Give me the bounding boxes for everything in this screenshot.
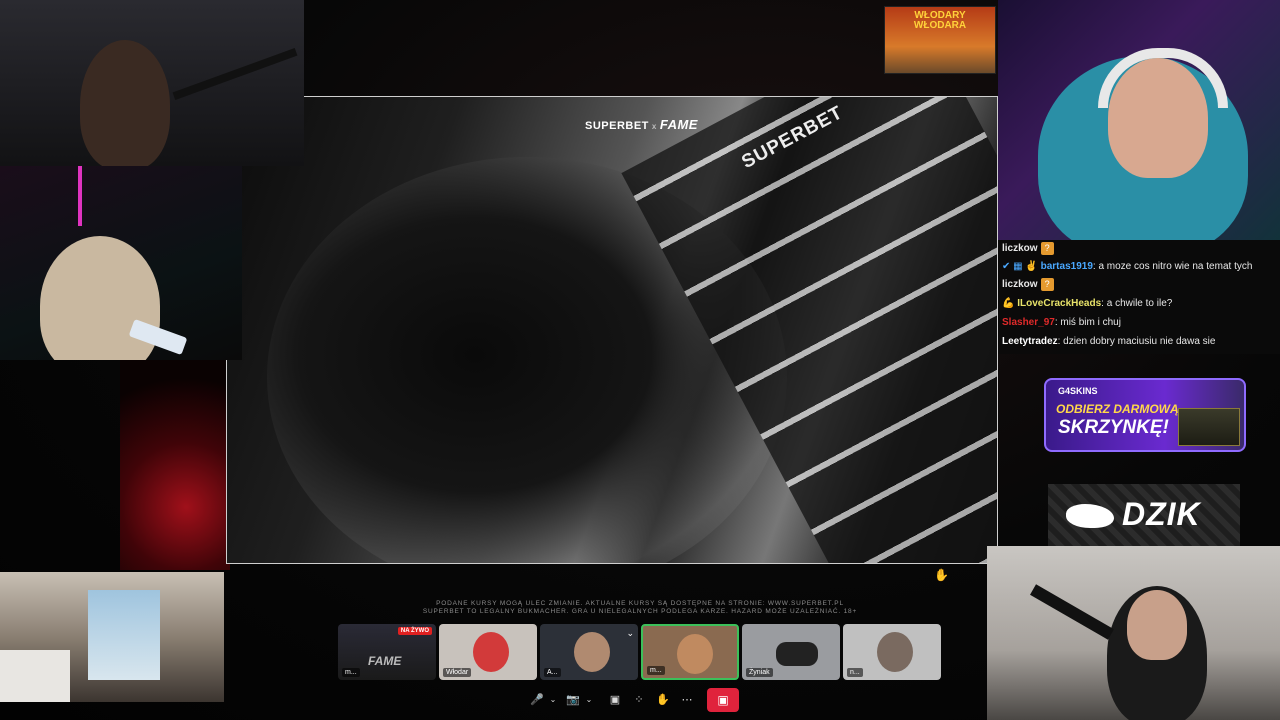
chat-message: liczkow? [1002, 278, 1054, 291]
chevron-down-icon[interactable]: ⌄ [579, 690, 599, 710]
chat-username: liczkow [1002, 279, 1038, 291]
webcam-right-streamer [998, 0, 1280, 240]
raise-hand-icon[interactable]: ✋ [653, 690, 673, 710]
chat-username: Leetytradez [1002, 336, 1058, 347]
betting-disclaimer: PODANE KURSY MOGĄ ULEC ZMIANIE. AKTUALNE… [340, 600, 940, 616]
chat-message: ✔ ▦ ✌ bartas1919: a moze cos nitro wie n… [1002, 261, 1252, 272]
mic-arm [1030, 584, 1114, 640]
chat-text: : a moze cos nitro wie na temat tych [1092, 261, 1253, 272]
brand-superbet: SUPERBET [585, 120, 649, 132]
participant-name: m... [342, 668, 360, 677]
g4skins-ad[interactable]: G4SKINS ODBIERZ DARMOWĄ SKRZYNKĘ! [1044, 378, 1246, 452]
poster-line-2: WŁODARA [913, 20, 967, 31]
wlodary-poster: WŁODARY WŁODARA [884, 6, 996, 74]
avatar [574, 632, 610, 672]
chat-emote-icon: ? [1040, 242, 1054, 255]
crate-icon [1178, 408, 1240, 446]
mic-arm [172, 48, 298, 100]
participant-strip: NA ŻYWO FAME m... Włodar A... ⌄ m... Żyn… [338, 624, 944, 680]
poster-title: WŁODARY WŁODARA [885, 11, 995, 31]
main-video-player[interactable]: SUPERBET x FAME SUPERBET [226, 96, 998, 564]
chat-text: : a chwile to ile? [1101, 298, 1173, 309]
avatar [677, 634, 713, 674]
brand-x: x [651, 122, 657, 131]
bed [0, 650, 70, 702]
participant-name: Włodar [443, 668, 472, 677]
ad-headline-2: SKRZYNKĘ! [1058, 417, 1169, 438]
chat-badges-icon: 💪 [1002, 298, 1015, 309]
chevron-down-icon[interactable]: ⌄ [543, 690, 563, 710]
chat-overlay: liczkow? ✔ ▦ ✌ bartas1919: a moze cos ni… [998, 240, 1280, 354]
screen-share-fame-text: FAME [368, 654, 402, 668]
chat-message: Slasher_97: miś bim i chuj [1002, 317, 1121, 328]
webcam-hotel-room [0, 572, 224, 702]
webcam-bottom-right [987, 546, 1280, 720]
chevron-down-icon[interactable]: ⌄ [626, 628, 634, 639]
webcam-top-left [0, 0, 304, 166]
headphones [1098, 48, 1228, 108]
dzik-logo-text: DZIK [1122, 496, 1201, 532]
chat-badges-icon: ✔ ▦ ✌ [1002, 261, 1038, 272]
video-brand-logo: SUPERBET x FAME [585, 117, 698, 132]
chat-message: liczkow? [1002, 242, 1054, 255]
participant-tile[interactable]: n... [843, 624, 941, 680]
g4skins-logo: G4SKINS [1058, 386, 1098, 396]
leave-call-button[interactable]: ▣ [707, 688, 739, 712]
chat-username: bartas1919 [1040, 261, 1093, 272]
participant-name: A... [544, 668, 561, 677]
dzik-ad[interactable]: DZIK [1048, 484, 1240, 546]
call-control-bar: 🎤 ⌄ 📷 ⌄ ▣ ⁘ ✋ ⋯ ▣ [527, 688, 741, 712]
streamer-figure [80, 40, 170, 166]
avatar [473, 632, 509, 672]
avatar [877, 632, 913, 672]
chat-username: Slasher_97 [1002, 317, 1055, 328]
chat-emote-icon: ? [1040, 278, 1054, 291]
disclaimer-line-2: SUPERBET TO LEGALNY BUKMACHER. GRA U NIE… [422, 608, 858, 615]
chat-username: ILoveCrackHeads [1017, 298, 1102, 309]
participant-tile[interactable]: A... ⌄ [540, 624, 638, 680]
chat-message: Leetytradez: dzien dobry maciusiu nie da… [1002, 336, 1215, 347]
participant-tile[interactable]: Żyniak [742, 624, 840, 680]
grid-view-icon[interactable]: ⁘ [629, 690, 649, 710]
participant-tile[interactable]: NA ŻYWO FAME m... [338, 624, 436, 680]
participant-name: m... [647, 666, 665, 675]
participant-name: Żyniak [746, 668, 773, 677]
screen-share-icon[interactable]: ▣ [605, 690, 625, 710]
streamer-face [1127, 590, 1187, 660]
streamer-figure [40, 236, 160, 360]
participant-name: n... [847, 668, 863, 677]
chat-text: : dzien dobry maciusiu nie dawa sie [1057, 336, 1216, 347]
boar-icon [1066, 504, 1114, 528]
ad-headline-1: ODBIERZ DARMOWĄ [1056, 402, 1179, 416]
webcam-gaming-room [0, 166, 242, 360]
chat-text: : miś bim i chuj [1054, 317, 1121, 328]
brand-fame: FAME [659, 117, 698, 132]
led-light [78, 166, 82, 226]
chat-message: 💪 ILoveCrackHeads: a chwile to ile? [1002, 298, 1172, 309]
disclaimer-line-1: PODANE KURSY MOGĄ ULEC ZMIANIE. AKTUALNE… [436, 600, 844, 607]
participant-tile-speaking[interactable]: m... [641, 624, 739, 680]
participant-tile[interactable]: Włodar [439, 624, 537, 680]
mouse-cursor-icon: ✋ [934, 568, 949, 582]
car-avatar [776, 642, 818, 666]
window [88, 590, 160, 680]
more-options-icon[interactable]: ⋯ [677, 690, 697, 710]
live-badge: NA ŻYWO [397, 627, 432, 635]
chat-username: liczkow [1002, 243, 1038, 255]
red-light-backdrop [120, 360, 230, 570]
